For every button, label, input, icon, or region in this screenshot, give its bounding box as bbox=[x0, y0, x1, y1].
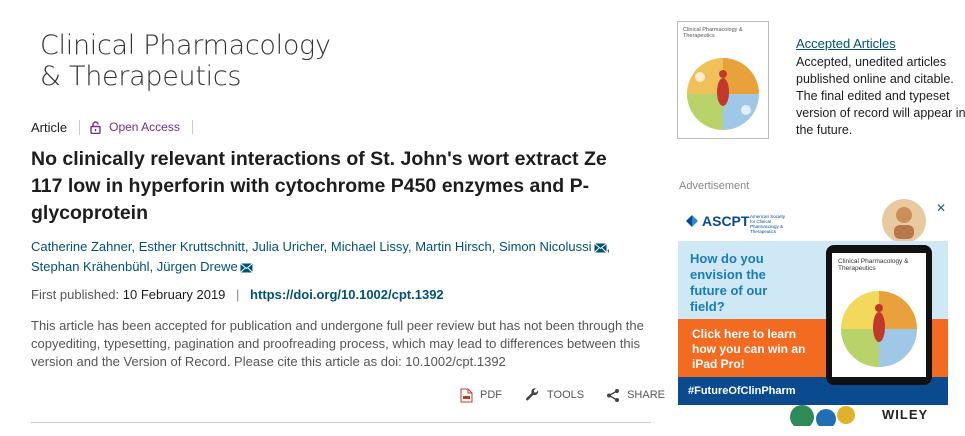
share-icon bbox=[607, 388, 620, 402]
separator: | bbox=[236, 287, 240, 302]
ad-cta-text[interactable]: Click here to learn how you can win an i… bbox=[692, 327, 812, 372]
ad-question: How do you envision the future of our fi… bbox=[690, 251, 768, 314]
lock-open-icon bbox=[90, 120, 101, 134]
author-separator: , bbox=[131, 239, 139, 254]
author-link[interactable]: Stephan Krähenbühl bbox=[31, 259, 150, 274]
ipad-cover-illustration bbox=[841, 291, 917, 367]
author-link[interactable]: Julia Uricher bbox=[252, 239, 324, 254]
article-type: Article bbox=[31, 119, 81, 135]
email-icon[interactable] bbox=[593, 242, 607, 253]
open-access-badge: Open Access bbox=[80, 120, 193, 134]
author-separator: , bbox=[149, 259, 157, 274]
share-label: SHARE bbox=[627, 389, 665, 401]
article-title: No clinically relevant interactions of S… bbox=[31, 148, 607, 224]
ad-ipad-image: Clinical Pharmacology & Therapeutics bbox=[826, 245, 932, 385]
ad-brand: ASCPT bbox=[702, 213, 750, 229]
accepted-articles-description: Accepted, unedited articles published on… bbox=[796, 55, 965, 137]
email-icon[interactable] bbox=[239, 262, 253, 273]
ad-pattern-image bbox=[790, 405, 855, 426]
tools-button[interactable]: TOOLS bbox=[524, 387, 584, 403]
journal-cover[interactable]: Clinical Pharmacology & Therapeutics bbox=[677, 21, 769, 139]
author-link[interactable]: Simon Nicolussi bbox=[499, 239, 591, 254]
journal-logo-line2: & Therapeutics bbox=[40, 61, 242, 92]
author-separator: , bbox=[606, 239, 611, 254]
content-divider bbox=[31, 422, 651, 423]
pdf-icon bbox=[460, 388, 473, 402]
wiley-logo: WILEY bbox=[882, 407, 929, 422]
accepted-notice: This article has been accepted for publi… bbox=[31, 318, 644, 369]
first-published-label: First published: bbox=[31, 287, 120, 302]
author-link[interactable]: Michael Lissy bbox=[331, 239, 408, 254]
author-link[interactable]: Catherine Zahner bbox=[31, 239, 131, 254]
ipad-screen: Clinical Pharmacology & Therapeutics bbox=[832, 253, 926, 377]
author-link[interactable]: Esther Kruttschnitt bbox=[139, 239, 245, 254]
tools-label: TOOLS bbox=[547, 389, 585, 401]
publication-info: First published: 10 February 2019 | http… bbox=[31, 287, 444, 302]
doi-link[interactable]: https://doi.org/10.1002/cpt.1392 bbox=[250, 287, 444, 302]
ascpt-logo-icon bbox=[686, 215, 698, 227]
author-separator: , bbox=[491, 239, 500, 254]
pdf-button[interactable]: PDF bbox=[460, 387, 502, 403]
pdf-label: PDF bbox=[480, 389, 502, 401]
share-button[interactable]: SHARE bbox=[606, 387, 665, 403]
article-actions: PDF TOOLS SHARE bbox=[460, 387, 665, 403]
wrench-icon bbox=[525, 388, 539, 401]
ad-hashtag: #FutureOfClinPharm bbox=[688, 385, 796, 397]
author-link[interactable]: Martin Hirsch bbox=[415, 239, 492, 254]
author-separator: , bbox=[323, 239, 331, 254]
ad-portrait-image bbox=[882, 199, 926, 241]
accepted-articles-link[interactable]: Accepted Articles bbox=[796, 36, 896, 51]
ad-brand-subtitle: American Society for Clinical Pharmacolo… bbox=[750, 214, 786, 234]
open-access-label: Open Access bbox=[109, 120, 180, 134]
cover-illustration bbox=[687, 58, 759, 130]
advertisement-label: Advertisement bbox=[679, 180, 750, 192]
author-list: Catherine Zahner, Esther Kruttschnitt, J… bbox=[31, 237, 641, 277]
article-meta: Article Open Access bbox=[31, 117, 193, 137]
advertisement-banner[interactable]: ASCPT American Society for Clinical Phar… bbox=[678, 199, 948, 426]
journal-logo[interactable]: Clinical Pharmacology & Therapeutics bbox=[40, 30, 331, 92]
journal-logo-line1: Clinical Pharmacology bbox=[40, 30, 331, 61]
author-link[interactable]: Jürgen Drewe bbox=[157, 259, 238, 274]
ad-close-icon[interactable]: ✕ bbox=[936, 201, 946, 215]
first-published-date: 10 February 2019 bbox=[122, 287, 226, 302]
